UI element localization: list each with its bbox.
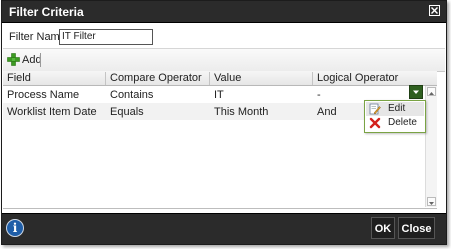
scroll-up-arrow-icon[interactable] xyxy=(427,87,436,96)
menu-item-delete[interactable]: Delete xyxy=(366,116,424,130)
grid-toolbar: Add xyxy=(3,48,445,72)
menu-item-edit[interactable]: Edit xyxy=(366,102,424,116)
cell-compare-operator: Equals xyxy=(110,106,144,118)
column-header-field[interactable]: Field xyxy=(3,72,106,85)
chevron-down-icon xyxy=(413,90,419,94)
column-header-value[interactable]: Value xyxy=(210,72,313,85)
grid-vertical-scrollbar[interactable] xyxy=(425,86,437,207)
info-icon[interactable]: i xyxy=(6,219,24,237)
criteria-grid: Field Compare Operator Value Logical Ope… xyxy=(3,71,437,209)
cell-logical-operator: - xyxy=(317,89,321,101)
menu-item-delete-label: Delete xyxy=(388,117,417,128)
cell-value: This Month xyxy=(214,106,269,118)
scroll-down-glyph xyxy=(429,202,434,205)
cell-field: Worklist Item Date xyxy=(7,106,97,118)
close-button[interactable]: Close xyxy=(398,217,435,239)
cell-field: Process Name xyxy=(7,89,80,101)
close-x-glyph xyxy=(431,7,438,14)
scroll-down-arrow-icon[interactable] xyxy=(427,197,436,206)
delete-icon xyxy=(369,117,381,129)
column-header-logical-operator[interactable]: Logical Operator xyxy=(313,72,437,85)
row-actions-dropdown-icon[interactable] xyxy=(409,85,423,99)
close-x-icon[interactable] xyxy=(429,5,440,16)
dialog-footer: i OK Close xyxy=(2,213,446,244)
dialog-title: Filter Criteria xyxy=(9,5,84,19)
table-row[interactable]: Worklist Item Date Equals This Month And xyxy=(3,103,423,120)
toolbar-separator xyxy=(40,53,41,67)
cell-compare-operator: Contains xyxy=(110,89,154,101)
edit-icon xyxy=(369,103,381,115)
cell-logical-operator: And xyxy=(317,106,337,118)
column-header-compare-operator[interactable]: Compare Operator xyxy=(106,72,210,85)
table-row[interactable]: Process Name Contains IT - xyxy=(3,86,423,103)
filter-name-input[interactable] xyxy=(59,29,153,45)
grid-header: Field Compare Operator Value Logical Ope… xyxy=(3,71,437,86)
cell-value: IT xyxy=(214,89,224,101)
add-button-label: Add xyxy=(22,54,42,66)
menu-item-edit-label: Edit xyxy=(388,103,406,114)
filter-criteria-dialog: Filter Criteria Filter Name: Add Field C… xyxy=(1,0,447,245)
dialog-title-bar[interactable]: Filter Criteria xyxy=(2,1,446,23)
ok-button[interactable]: OK xyxy=(371,217,395,239)
plus-icon xyxy=(7,53,20,66)
row-context-menu: Edit Delete xyxy=(364,100,426,133)
scroll-up-glyph xyxy=(429,92,434,95)
